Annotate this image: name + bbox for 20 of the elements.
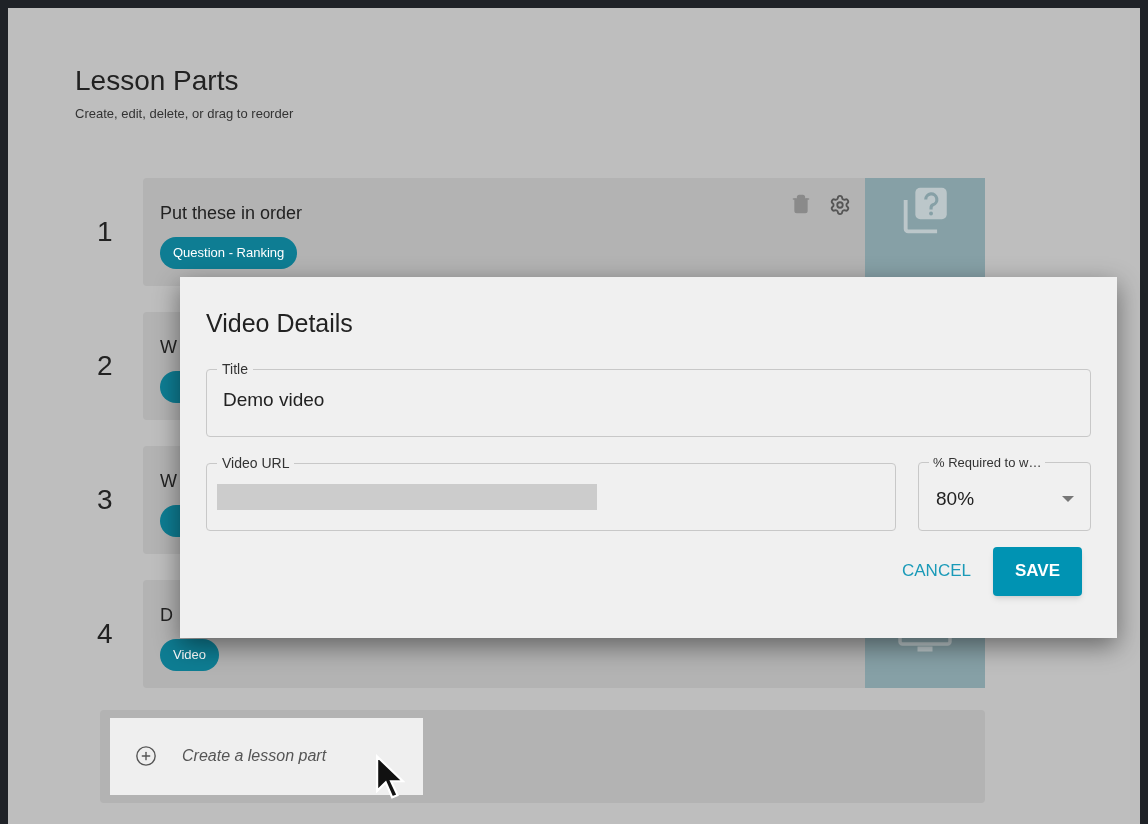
mouse-cursor-icon bbox=[375, 753, 405, 802]
part-number: 4 bbox=[96, 616, 114, 651]
part-number: 1 bbox=[96, 214, 114, 249]
part-title: W bbox=[160, 469, 177, 493]
page-subtitle: Create, edit, delete, or drag to reorder bbox=[75, 105, 294, 123]
part-title: Put these in order bbox=[160, 201, 303, 225]
type-tag: Video bbox=[160, 638, 219, 671]
dropdown-caret-icon bbox=[1062, 495, 1074, 502]
part-number: 2 bbox=[96, 348, 114, 383]
dialog-title: Video Details bbox=[206, 308, 353, 339]
part-title: W bbox=[160, 335, 177, 359]
settings-icon[interactable] bbox=[829, 193, 851, 216]
save-button[interactable]: SAVE bbox=[992, 546, 1082, 596]
title-input[interactable]: Demo video bbox=[217, 385, 1080, 414]
type-tag: Question - Ranking bbox=[160, 236, 298, 269]
add-icon bbox=[135, 745, 157, 767]
lesson-part-card[interactable]: Put these in order Question - Ranking bbox=[143, 177, 985, 286]
part-title: D bbox=[160, 603, 173, 627]
part-number: 3 bbox=[96, 482, 114, 517]
page-title: Lesson Parts bbox=[75, 64, 239, 98]
